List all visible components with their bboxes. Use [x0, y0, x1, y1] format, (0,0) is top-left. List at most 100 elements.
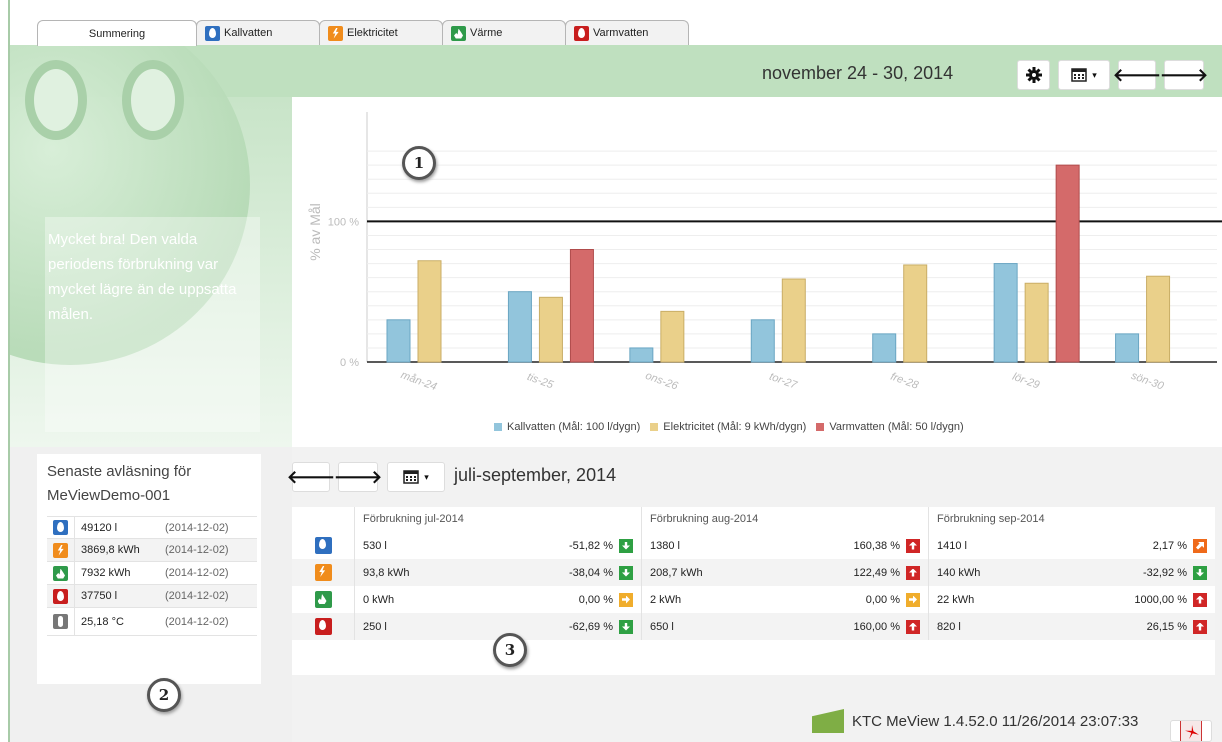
- previous-quarter-button[interactable]: 🡐: [287, 462, 335, 492]
- pdf-export-button[interactable]: [1170, 720, 1212, 742]
- thermometer-icon: [53, 614, 68, 629]
- smiley-eye-right: [122, 60, 184, 140]
- bar: [629, 347, 654, 363]
- consumption-table: Förbrukning jul-2014 Förbrukning aug-201…: [292, 507, 1215, 675]
- change-percent: -38,04 %: [568, 566, 613, 579]
- reading-row: 3869,8 kWh (2014-12-02): [47, 538, 257, 562]
- consumption-value: 250 l: [363, 620, 387, 633]
- lightning-icon: [328, 25, 343, 41]
- calendar-icon: [1071, 68, 1087, 82]
- callout-marker: 2: [147, 678, 181, 712]
- y-tick-label: 0 %: [340, 357, 359, 369]
- water-drop-icon: [53, 520, 68, 535]
- trend-down-icon: [619, 538, 633, 553]
- flame-icon: [451, 25, 466, 41]
- quarter-title: juli-september, 2014: [454, 465, 617, 485]
- callout-marker: 3: [493, 633, 527, 667]
- table-cell: 2 kWh 0,00 %: [641, 586, 928, 613]
- change-percent: 2,17 %: [1152, 539, 1187, 552]
- consumption-value: 1410 l: [937, 539, 967, 552]
- ktc-logo-icon: [812, 709, 844, 733]
- trend-up-icon: [1193, 592, 1207, 607]
- tab-summering[interactable]: Summering: [37, 20, 197, 46]
- trend-down-icon: [1193, 565, 1207, 580]
- change-percent: -32,92 %: [1142, 566, 1187, 579]
- water-drop-icon: [205, 25, 220, 41]
- arrow-left-icon: 🡐: [286, 466, 336, 487]
- smiley-eye-left: [25, 60, 87, 140]
- change-percent: 0,00 %: [865, 593, 900, 606]
- chart-panel: 0 % 100 % % av Mål mån-24 tis-25 ons-26 tor-27…: [292, 97, 1222, 447]
- table-cell: 820 l 26,15 %: [928, 613, 1215, 640]
- trend-up-icon: [906, 619, 920, 634]
- table-cell: 1380 l 160,38 %: [641, 532, 928, 559]
- bar: [903, 264, 928, 363]
- column-header: Förbrukning sep-2014: [928, 507, 1215, 532]
- calendar-dropdown-button[interactable]: ▾: [1058, 60, 1110, 90]
- calendar-icon: [403, 470, 419, 484]
- reading-date: (2014-12-02): [165, 567, 229, 579]
- bar: [386, 319, 411, 363]
- trend-diag-icon: [1193, 538, 1207, 553]
- consumption-value: 140 kWh: [937, 566, 981, 579]
- y-axis-label: % av Mål: [307, 203, 323, 261]
- reading-value: 3869,8 kWh: [81, 544, 140, 556]
- legend-item-varmvatten[interactable]: Varmvatten (Mål: 50 l/dygn): [816, 421, 964, 433]
- x-tick-label: tor-27: [768, 371, 800, 392]
- gear-icon: [1025, 67, 1042, 83]
- legend-swatch: [650, 423, 659, 431]
- y-tick-label: 100 %: [328, 216, 359, 228]
- water-drop-icon: [314, 537, 332, 554]
- bar: [993, 263, 1018, 363]
- lightning-icon: [314, 564, 332, 581]
- tab-elektricitet[interactable]: Elektricitet: [319, 20, 443, 45]
- tab-varmvatten[interactable]: Varmvatten: [565, 20, 689, 45]
- reading-value: 25,18 °C: [81, 615, 124, 628]
- legend-item-elektricitet[interactable]: Elektricitet (Mål: 9 kWh/dygn): [650, 421, 806, 433]
- table-cell: 93,8 kWh -38,04 %: [354, 559, 641, 586]
- hot-water-drop-icon: [574, 25, 589, 41]
- column-header: Förbrukning aug-2014: [641, 507, 928, 532]
- tab-varme[interactable]: Värme: [442, 20, 566, 45]
- legend-swatch: [494, 423, 502, 431]
- legend-label: Varmvatten (Mål: 50 l/dygn): [829, 421, 964, 433]
- change-percent: 160,38 %: [853, 539, 900, 552]
- hot-water-drop-icon: [314, 618, 332, 635]
- tab-kallvatten[interactable]: Kallvatten: [196, 20, 320, 45]
- next-period-button[interactable]: 🡒: [1160, 60, 1208, 90]
- change-percent: 0,00 %: [578, 593, 613, 606]
- table-row: 530 l -51,82 % 1380 l 160,38 % 1410 l 2,17 %: [292, 532, 1215, 559]
- flame-icon: [53, 565, 68, 581]
- status-message: Mycket bra! Den valda periodens förbrukn…: [45, 217, 260, 432]
- bar: [1024, 282, 1049, 363]
- table-row: 250 l -62,69 % 650 l 160,00 % 820 l 26,15 %: [292, 613, 1215, 640]
- chevron-down-icon: ▾: [1092, 69, 1097, 80]
- reading-date: (2014-12-02): [165, 521, 229, 534]
- x-tick-label: mån-24: [399, 369, 438, 393]
- quarter-calendar-button[interactable]: ▾: [387, 462, 445, 492]
- app-window: Summering Kallvatten Elektricitet Värme …: [0, 0, 1222, 742]
- consumption-value: 820 l: [937, 620, 961, 633]
- readings-title: Senaste avläsning för MeViewDemo-001: [47, 463, 192, 504]
- tab-label: Summering: [88, 27, 146, 40]
- trend-right-icon: [906, 592, 920, 607]
- table-cell: 650 l 160,00 %: [641, 613, 928, 640]
- settings-button[interactable]: [1017, 60, 1050, 90]
- tab-label: Elektricitet: [347, 27, 398, 39]
- reading-row: 49120 l (2014-12-02): [47, 516, 257, 539]
- reading-value: 37750 l: [81, 590, 118, 602]
- legend-item-kallvatten[interactable]: Kallvatten (Mål: 100 l/dygn): [494, 421, 640, 433]
- x-tick-label: ons-26: [644, 370, 681, 393]
- trend-up-icon: [906, 538, 920, 553]
- arrow-left-icon: 🡐: [1112, 64, 1162, 85]
- trend-up-icon: [1193, 619, 1207, 634]
- next-quarter-button[interactable]: 🡒: [334, 462, 382, 492]
- x-tick-label: tis-25: [525, 371, 555, 392]
- previous-period-button[interactable]: 🡐: [1113, 60, 1161, 90]
- bar: [1146, 275, 1171, 363]
- consumption-value: 0 kWh: [363, 593, 395, 606]
- change-percent: -51,82 %: [568, 539, 613, 552]
- bar: [872, 333, 897, 363]
- bar: [660, 310, 685, 363]
- trend-down-icon: [619, 619, 633, 634]
